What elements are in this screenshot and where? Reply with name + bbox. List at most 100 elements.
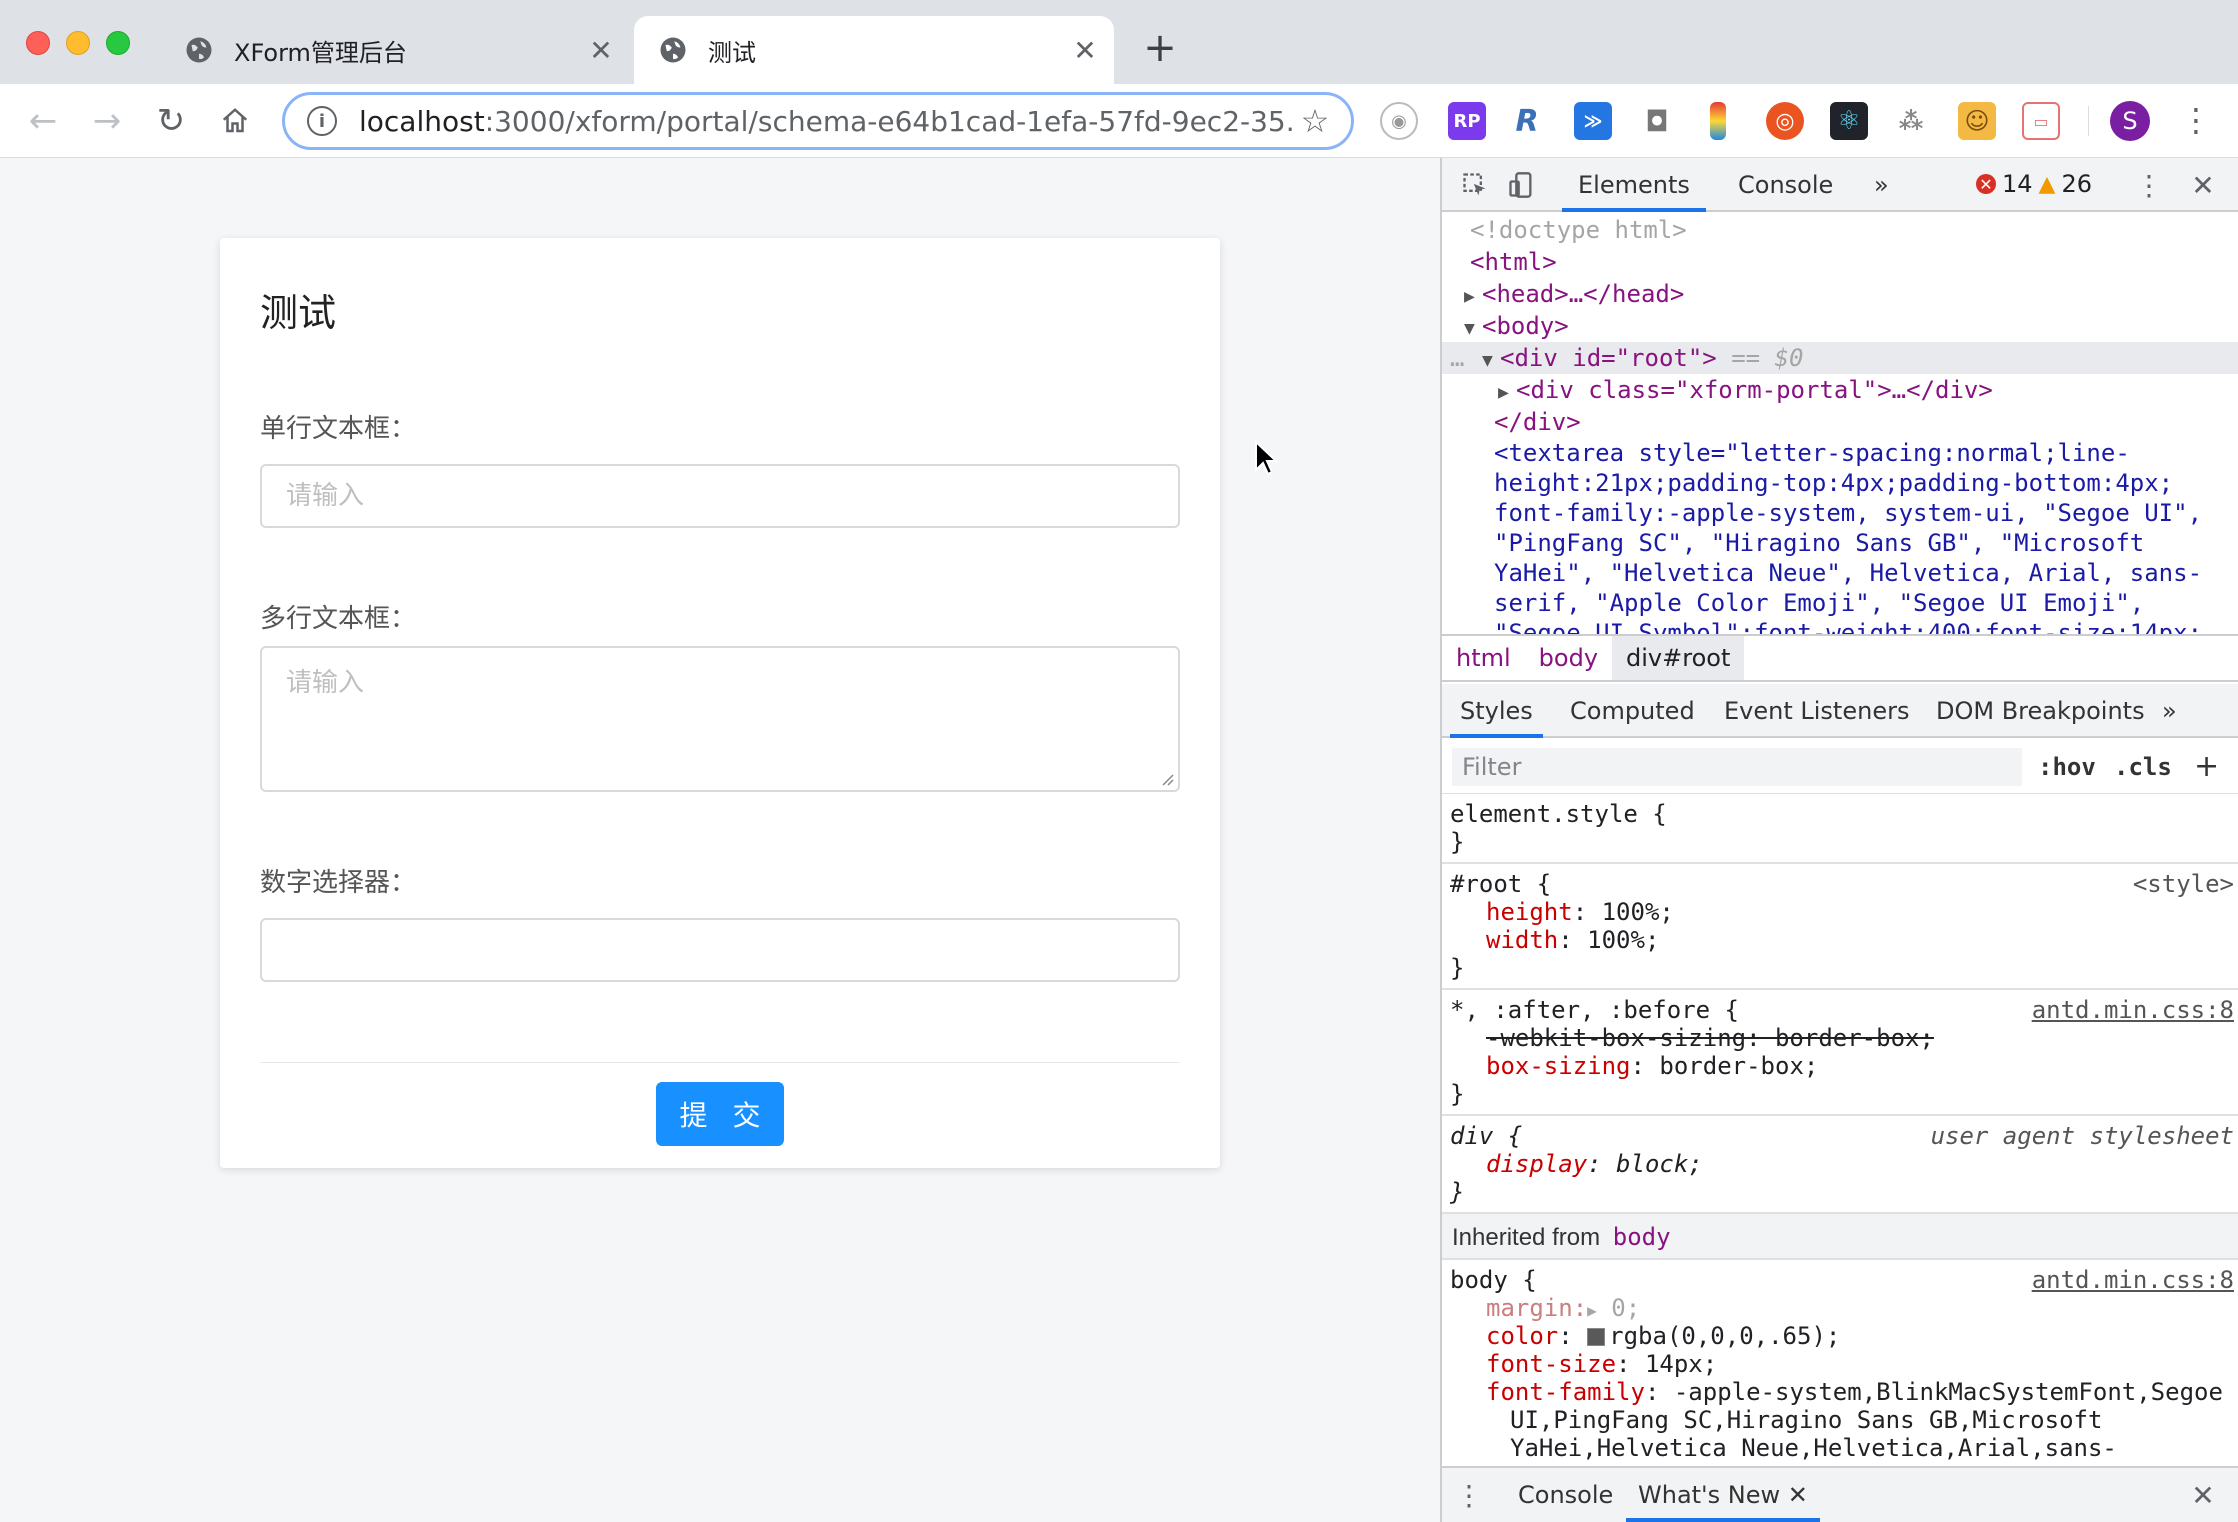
collapse-triangle-icon[interactable]: ▼ (1464, 313, 1482, 345)
vscode-icon[interactable]: ≫ (1574, 102, 1612, 140)
property-name: height (1486, 898, 1573, 926)
style-declaration[interactable]: height: 100%; (1450, 898, 2230, 926)
browser-menu-icon[interactable]: ⋮ (2180, 100, 2212, 140)
breadcrumb-html[interactable]: html (1442, 644, 1525, 672)
hover-state-toggle[interactable]: :hov (2038, 748, 2096, 786)
react-icon[interactable]: ⚛ (1830, 102, 1868, 140)
drawer-tab-console[interactable]: Console (1506, 1468, 1625, 1522)
issue-counters[interactable]: ✕ 14 ▲ 26 (1976, 170, 2092, 198)
tab-event-listeners[interactable]: Event Listeners (1714, 684, 1919, 738)
single-line-input[interactable]: 请输入 (260, 464, 1180, 528)
window-close-button[interactable] (26, 31, 50, 55)
rule-source[interactable]: <style> (2133, 870, 2234, 898)
expand-triangle-icon[interactable]: ▶ (1464, 281, 1482, 313)
class-toggle[interactable]: .cls (2114, 748, 2172, 786)
rule-source[interactable]: antd.min.css:8 (2032, 996, 2234, 1024)
dom-node-xform-portal[interactable]: ▶ <div class="xform-portal">…</div> (1442, 374, 2238, 406)
address-bar[interactable]: i localhost:3000/xform/portal/schema-e64… (282, 92, 1354, 150)
rule-element-style[interactable]: element.style { } (1442, 794, 2238, 864)
dom-node-textarea[interactable]: <textarea style="letter-spacing:normal;l… (1442, 438, 2238, 634)
tab-dom-breakpoints[interactable]: DOM Breakpoints (1926, 684, 2155, 738)
style-declaration[interactable]: margin:▶ 0; (1450, 1294, 2230, 1322)
back-arrow-icon[interactable]: ← (24, 101, 62, 141)
breadcrumb-body[interactable]: body (1525, 644, 1612, 672)
rule-source[interactable]: antd.min.css:8 (2032, 1266, 2234, 1294)
drawer-tab-close-icon[interactable]: ✕ (1788, 1481, 1808, 1509)
devtools-close-icon[interactable]: ✕ (2186, 168, 2220, 202)
profile-avatar[interactable]: S (2110, 101, 2150, 141)
window-minimize-button[interactable] (66, 31, 90, 55)
dom-tree: <!doctype html> <html> ▶ <head>…</head> ▼… (1442, 214, 2238, 634)
device-toolbar-icon[interactable] (1504, 168, 1538, 202)
eye-icon[interactable]: ◉ (1380, 102, 1418, 140)
rule-root[interactable]: <style> #root { height: 100%; width: 100… (1442, 864, 2238, 990)
rule-div-user-agent[interactable]: user agent stylesheet div { display: blo… (1442, 1116, 2238, 1214)
multi-line-textarea[interactable]: 请输入 (260, 646, 1180, 792)
tab-computed[interactable]: Computed (1560, 684, 1705, 738)
toolbar-separator (2088, 106, 2089, 136)
tv-icon[interactable]: ▭ (2022, 102, 2060, 140)
drawer-tab-whats-new[interactable]: What's New ✕ (1626, 1468, 1820, 1522)
style-declaration[interactable]: box-sizing: border-box; (1450, 1052, 2230, 1080)
forward-arrow-icon[interactable]: → (88, 101, 126, 141)
rp-icon[interactable]: RP (1448, 102, 1486, 140)
number-picker-input[interactable] (260, 918, 1180, 982)
node-actions-icon[interactable]: … (1450, 342, 1482, 374)
style-declaration[interactable]: display: block; (1450, 1150, 2230, 1178)
url-text[interactable]: localhost:3000/xform/portal/schema-e64b1… (359, 105, 1295, 138)
tab-elements[interactable]: Elements (1562, 158, 1706, 212)
styles-filter-input[interactable]: Filter (1452, 748, 2022, 786)
reload-icon[interactable]: ↻ (152, 101, 190, 141)
inherited-from-link[interactable]: body (1613, 1223, 1671, 1251)
devtools-menu-icon[interactable]: ⋮ (2132, 168, 2166, 202)
camera-icon[interactable]: ◘ (1638, 102, 1676, 140)
expand-triangle-icon[interactable]: ▶ (1498, 377, 1516, 409)
browser-tab-xform-admin[interactable]: XForm管理后台 ✕ (160, 16, 630, 84)
new-tab-button[interactable]: + (1140, 28, 1180, 68)
collapse-triangle-icon[interactable]: ▼ (1482, 345, 1500, 377)
r-icon[interactable]: R (1508, 102, 1546, 140)
style-declaration[interactable]: font-size: 14px; (1450, 1350, 2230, 1378)
breadcrumb-div-root[interactable]: div#root (1612, 636, 1745, 680)
new-style-rule-icon[interactable]: + (2194, 748, 2219, 786)
lighthouse-icon[interactable] (1710, 102, 1726, 140)
home-icon[interactable] (216, 102, 254, 140)
inspect-element-icon[interactable] (1458, 168, 1492, 202)
dom-node-doctype[interactable]: <!doctype html> (1442, 214, 2238, 246)
window-zoom-button[interactable] (106, 31, 130, 55)
site-info-icon[interactable]: i (307, 106, 337, 136)
tab-close-icon[interactable]: ✕ (1070, 34, 1100, 67)
style-declaration[interactable]: font-family: -apple-system,BlinkMacSyste… (1450, 1378, 2230, 1406)
ubuntu-icon[interactable]: ◎ (1766, 102, 1804, 140)
drawer-menu-icon[interactable]: ⋮ (1452, 1478, 1486, 1512)
resize-grip-icon[interactable] (1160, 772, 1174, 786)
style-declaration[interactable]: width: 100%; (1450, 926, 2230, 954)
root-div-tag: <div id="root"> (1500, 344, 1717, 372)
bookmark-star-icon[interactable]: ☆ (1295, 102, 1335, 140)
more-subtabs-chevron-icon[interactable]: » (2152, 684, 2187, 738)
dom-node-root[interactable]: … ▼ <div id="root"> == $0 (1442, 342, 2238, 374)
dom-node-html[interactable]: <html> (1442, 246, 2238, 278)
tree-icon[interactable]: ⁂ (1892, 102, 1930, 140)
expand-triangle-icon[interactable]: ▶ (1587, 1301, 1597, 1320)
tab-close-icon[interactable]: ✕ (586, 34, 616, 67)
tab-console[interactable]: Console (1724, 158, 1847, 212)
tab-styles[interactable]: Styles (1450, 684, 1543, 738)
rule-universal[interactable]: antd.min.css:8 *, :after, :before { -web… (1442, 990, 2238, 1116)
html-tag: <html> (1470, 248, 1557, 276)
color-swatch-icon[interactable] (1587, 1328, 1606, 1346)
drawer-close-icon[interactable]: ✕ (2186, 1478, 2220, 1512)
rule-body[interactable]: antd.min.css:8 body { margin:▶ 0; color:… (1442, 1260, 2238, 1460)
overridden-declaration[interactable]: -webkit-box-sizing: border-box; (1450, 1024, 2230, 1052)
dom-node-div-close[interactable]: </div> (1442, 406, 2238, 438)
style-declaration[interactable]: color: rgba(0,0,0,.65); (1450, 1322, 2230, 1350)
more-tabs-chevron-icon[interactable]: » (1866, 158, 1897, 212)
submit-button[interactable]: 提 交 (656, 1082, 784, 1146)
dom-node-body[interactable]: ▼ <body> (1442, 310, 2238, 342)
property-name: margin: (1486, 1294, 1588, 1322)
face-icon[interactable]: ☺ (1958, 102, 1996, 140)
dom-node-head[interactable]: ▶ <head>…</head> (1442, 278, 2238, 310)
property-name: color (1486, 1322, 1559, 1350)
multi-line-label: 多行文本框： (260, 604, 417, 634)
browser-tab-test[interactable]: 测试 ✕ (634, 16, 1114, 84)
